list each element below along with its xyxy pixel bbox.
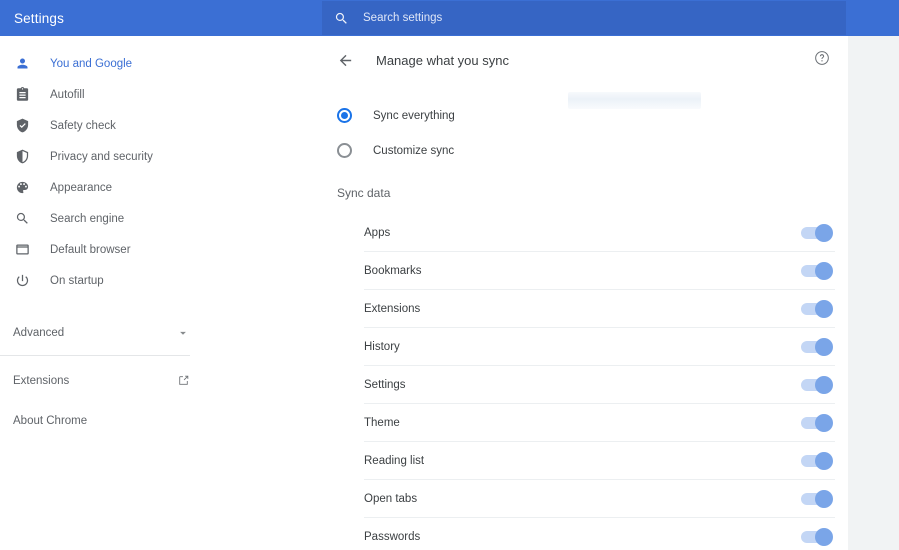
sidebar-divider	[0, 355, 190, 356]
page-title: Manage what you sync	[376, 52, 509, 68]
sync-row-reading-list[interactable]: Reading list	[364, 442, 835, 480]
sidebar-item-search-engine[interactable]: Search engine	[0, 203, 322, 234]
sidebar-item-label: Safety check	[50, 119, 116, 132]
chevron-down-icon	[176, 326, 190, 340]
radio-button-unselected[interactable]	[337, 143, 352, 158]
main-content-card: Manage what you sync Sync everything Cus…	[322, 36, 848, 550]
search-icon	[334, 11, 349, 26]
sync-item-label: Reading list	[364, 454, 425, 467]
sync-item-label: Extensions	[364, 302, 421, 315]
sync-toggle[interactable]	[801, 451, 833, 470]
sync-toggle[interactable]	[801, 489, 833, 508]
settings-sidebar: You and Google Autofill Safety check Pri…	[0, 36, 322, 550]
window-body: You and Google Autofill Safety check Pri…	[0, 36, 899, 550]
radio-option-sync-everything[interactable]: Sync everything	[322, 98, 848, 133]
sidebar-item-label: Appearance	[50, 181, 113, 194]
sidebar-item-advanced[interactable]: Advanced	[0, 317, 190, 348]
sidebar-item-label: Default browser	[50, 243, 131, 256]
content-header: Manage what you sync	[322, 36, 848, 84]
sync-data-section-title: Sync data	[337, 186, 391, 200]
sidebar-item-appearance[interactable]: Appearance	[0, 172, 322, 203]
clipboard-icon	[13, 86, 31, 104]
search-placeholder-text: Search settings	[363, 12, 443, 24]
magnifier-icon	[13, 210, 31, 228]
browser-window-icon	[13, 241, 31, 259]
sidebar-item-safety-check[interactable]: Safety check	[0, 110, 322, 141]
sidebar-item-label: Autofill	[50, 88, 85, 101]
sidebar-item-on-startup[interactable]: On startup	[0, 265, 322, 296]
shield-half-icon	[13, 148, 31, 166]
sidebar-item-label: Privacy and security	[50, 150, 153, 163]
sync-toggle[interactable]	[801, 413, 833, 432]
power-icon	[13, 272, 31, 290]
help-circle-icon[interactable]	[814, 50, 830, 66]
sync-data-list: Apps Bookmarks Extensions History Settin	[322, 214, 848, 550]
back-arrow-icon[interactable]	[337, 52, 354, 69]
external-link-icon	[177, 374, 190, 387]
sidebar-item-label: Search engine	[50, 212, 125, 225]
palette-icon	[13, 179, 31, 197]
radio-option-customize-sync[interactable]: Customize sync	[322, 133, 848, 168]
person-icon	[13, 55, 31, 73]
sidebar-item-label: You and Google	[50, 57, 133, 70]
sync-item-label: Apps	[364, 226, 391, 239]
sync-item-label: Open tabs	[364, 492, 418, 505]
radio-option-label: Sync everything	[373, 109, 455, 122]
sync-row-extensions[interactable]: Extensions	[364, 290, 835, 328]
sync-row-theme[interactable]: Theme	[364, 404, 835, 442]
radio-button-selected[interactable]	[337, 108, 352, 123]
sync-item-label: History	[364, 340, 400, 353]
sync-row-passwords[interactable]: Passwords	[364, 518, 835, 550]
settings-window: Settings Search settings You and Google	[0, 0, 899, 550]
sync-row-open-tabs[interactable]: Open tabs	[364, 480, 835, 518]
radio-option-label: Customize sync	[373, 144, 455, 157]
sidebar-item-label: On startup	[50, 274, 104, 287]
shield-check-icon	[13, 117, 31, 135]
sidebar-item-autofill[interactable]: Autofill	[0, 79, 322, 110]
sidebar-item-privacy-and-security[interactable]: Privacy and security	[0, 141, 322, 172]
sidebar-footer-label: About Chrome	[13, 414, 88, 427]
sidebar-item-default-browser[interactable]: Default browser	[0, 234, 322, 265]
sidebar-item-you-and-google[interactable]: You and Google	[0, 48, 322, 79]
search-settings-input[interactable]: Search settings	[322, 1, 846, 35]
sync-item-label: Theme	[364, 416, 400, 429]
app-title: Settings	[14, 10, 64, 26]
sync-row-apps[interactable]: Apps	[364, 214, 835, 252]
sync-item-label: Bookmarks	[364, 264, 422, 277]
sync-toggle[interactable]	[801, 299, 833, 318]
sidebar-footer-label: Extensions	[13, 374, 70, 387]
sync-row-settings[interactable]: Settings	[364, 366, 835, 404]
sync-mode-radio-group: Sync everything Customize sync	[322, 84, 848, 168]
sidebar-item-about-chrome[interactable]: About Chrome	[0, 405, 190, 436]
sync-toggle[interactable]	[801, 375, 833, 394]
top-header-bar: Settings Search settings	[0, 0, 899, 36]
sync-toggle[interactable]	[801, 528, 833, 546]
sync-toggle[interactable]	[801, 223, 833, 242]
sidebar-advanced-label: Advanced	[13, 326, 65, 339]
sync-item-label: Passwords	[364, 531, 421, 543]
sync-row-bookmarks[interactable]: Bookmarks	[364, 252, 835, 290]
sync-row-history[interactable]: History	[364, 328, 835, 366]
sidebar-item-extensions[interactable]: Extensions	[0, 365, 190, 396]
sync-toggle[interactable]	[801, 261, 833, 280]
sync-item-label: Settings	[364, 378, 406, 391]
sync-toggle[interactable]	[801, 337, 833, 356]
